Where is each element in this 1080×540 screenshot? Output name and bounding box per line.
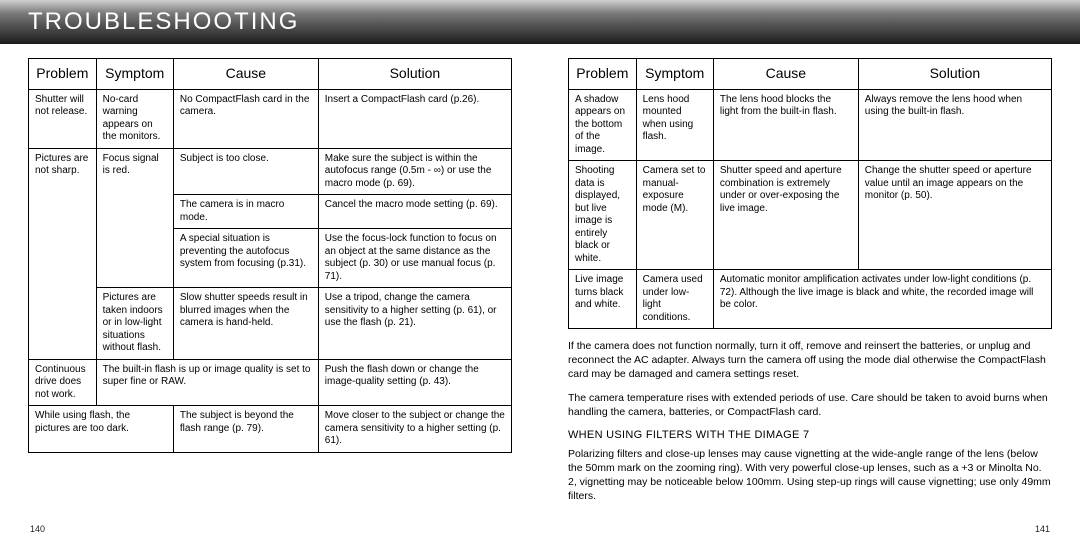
cell: A shadow appears on the bottom of the im…: [569, 89, 637, 161]
col-problem: Problem: [569, 59, 637, 90]
col-symptom: Symptom: [96, 59, 173, 90]
cell: Use a tripod, change the camera sensitiv…: [318, 288, 511, 360]
cell: Subject is too close.: [173, 148, 318, 195]
cell: Use the focus-lock function to focus on …: [318, 229, 511, 288]
cell: Live image turns black and white.: [569, 270, 637, 329]
col-cause: Cause: [713, 59, 858, 90]
section-title: TROUBLESHOOTING: [28, 8, 299, 36]
page-number-left: 140: [30, 524, 45, 534]
cell: Focus signal is red.: [96, 148, 173, 288]
paragraph: If the camera does not function normally…: [568, 339, 1052, 382]
troubleshooting-table-right: Problem Symptom Cause Solution A shadow …: [568, 58, 1052, 329]
col-problem: Problem: [29, 59, 97, 90]
cell: Shooting data is displayed, but live ima…: [569, 161, 637, 270]
col-cause: Cause: [173, 59, 318, 90]
cell: The built-in flash is up or image qualit…: [96, 359, 318, 406]
table-row: A shadow appears on the bottom of the im…: [569, 89, 1052, 161]
table-row: Live image turns black and white. Camera…: [569, 270, 1052, 329]
two-page-spread: Problem Symptom Cause Solution Shutter w…: [0, 44, 1080, 540]
left-page: Problem Symptom Cause Solution Shutter w…: [0, 44, 540, 540]
cell: Move closer to the subject or change the…: [318, 406, 511, 453]
cell: Shutter will not release.: [29, 89, 97, 148]
cell: Continuous drive does not work.: [29, 359, 97, 406]
table-row: Pictures are not sharp. Focus signal is …: [29, 148, 512, 195]
cell: No-card warning appears on the monitors.: [96, 89, 173, 148]
cell: Camera used under low-light conditions.: [636, 270, 713, 329]
paragraph: The camera temperature rises with extend…: [568, 391, 1052, 419]
cell: The camera is in macro mode.: [173, 195, 318, 229]
cell: Always remove the lens hood when using t…: [858, 89, 1051, 161]
cell: Lens hood mounted when using flash.: [636, 89, 713, 161]
cell: Push the flash down or change the image-…: [318, 359, 511, 406]
body-copy: If the camera does not function normally…: [568, 339, 1052, 512]
cell: A special situation is preventing the au…: [173, 229, 318, 288]
table-row: Shooting data is displayed, but live ima…: [569, 161, 1052, 270]
subheading: WHEN USING FILTERS WITH THE DIMAGE 7: [568, 428, 1052, 443]
table-header-row: Problem Symptom Cause Solution: [569, 59, 1052, 90]
cell: The subject is beyond the flash range (p…: [173, 406, 318, 453]
right-page: Problem Symptom Cause Solution A shadow …: [540, 44, 1080, 540]
page-number-right: 141: [1035, 524, 1050, 534]
table-row: Pictures are taken indoors or in low-lig…: [29, 288, 512, 360]
cell: No CompactFlash card in the camera.: [173, 89, 318, 148]
table-row: Continuous drive does not work. The buil…: [29, 359, 512, 406]
cell: While using flash, the pictures are too …: [29, 406, 174, 453]
cell: Camera set to manual-exposure mode (M).: [636, 161, 713, 270]
cell: Insert a CompactFlash card (p.26).: [318, 89, 511, 148]
cell: Cancel the macro mode setting (p. 69).: [318, 195, 511, 229]
col-solution: Solution: [318, 59, 511, 90]
troubleshooting-table-left: Problem Symptom Cause Solution Shutter w…: [28, 58, 512, 453]
cell: Slow shutter speeds result in blurred im…: [173, 288, 318, 360]
col-symptom: Symptom: [636, 59, 713, 90]
cell: Pictures are not sharp.: [29, 148, 97, 359]
cell: Change the shutter speed or aperture val…: [858, 161, 1051, 270]
paragraph: Polarizing filters and close-up lenses m…: [568, 447, 1052, 504]
table-header-row: Problem Symptom Cause Solution: [29, 59, 512, 90]
section-header: TROUBLESHOOTING: [0, 0, 1080, 44]
cell: Automatic monitor amplification activate…: [713, 270, 1051, 329]
table-row: Shutter will not release. No-card warnin…: [29, 89, 512, 148]
cell: Pictures are taken indoors or in low-lig…: [96, 288, 173, 360]
cell: The lens hood blocks the light from the …: [713, 89, 858, 161]
table-row: While using flash, the pictures are too …: [29, 406, 512, 453]
cell: Shutter speed and aperture combination i…: [713, 161, 858, 270]
cell: Make sure the subject is within the auto…: [318, 148, 511, 195]
col-solution: Solution: [858, 59, 1051, 90]
